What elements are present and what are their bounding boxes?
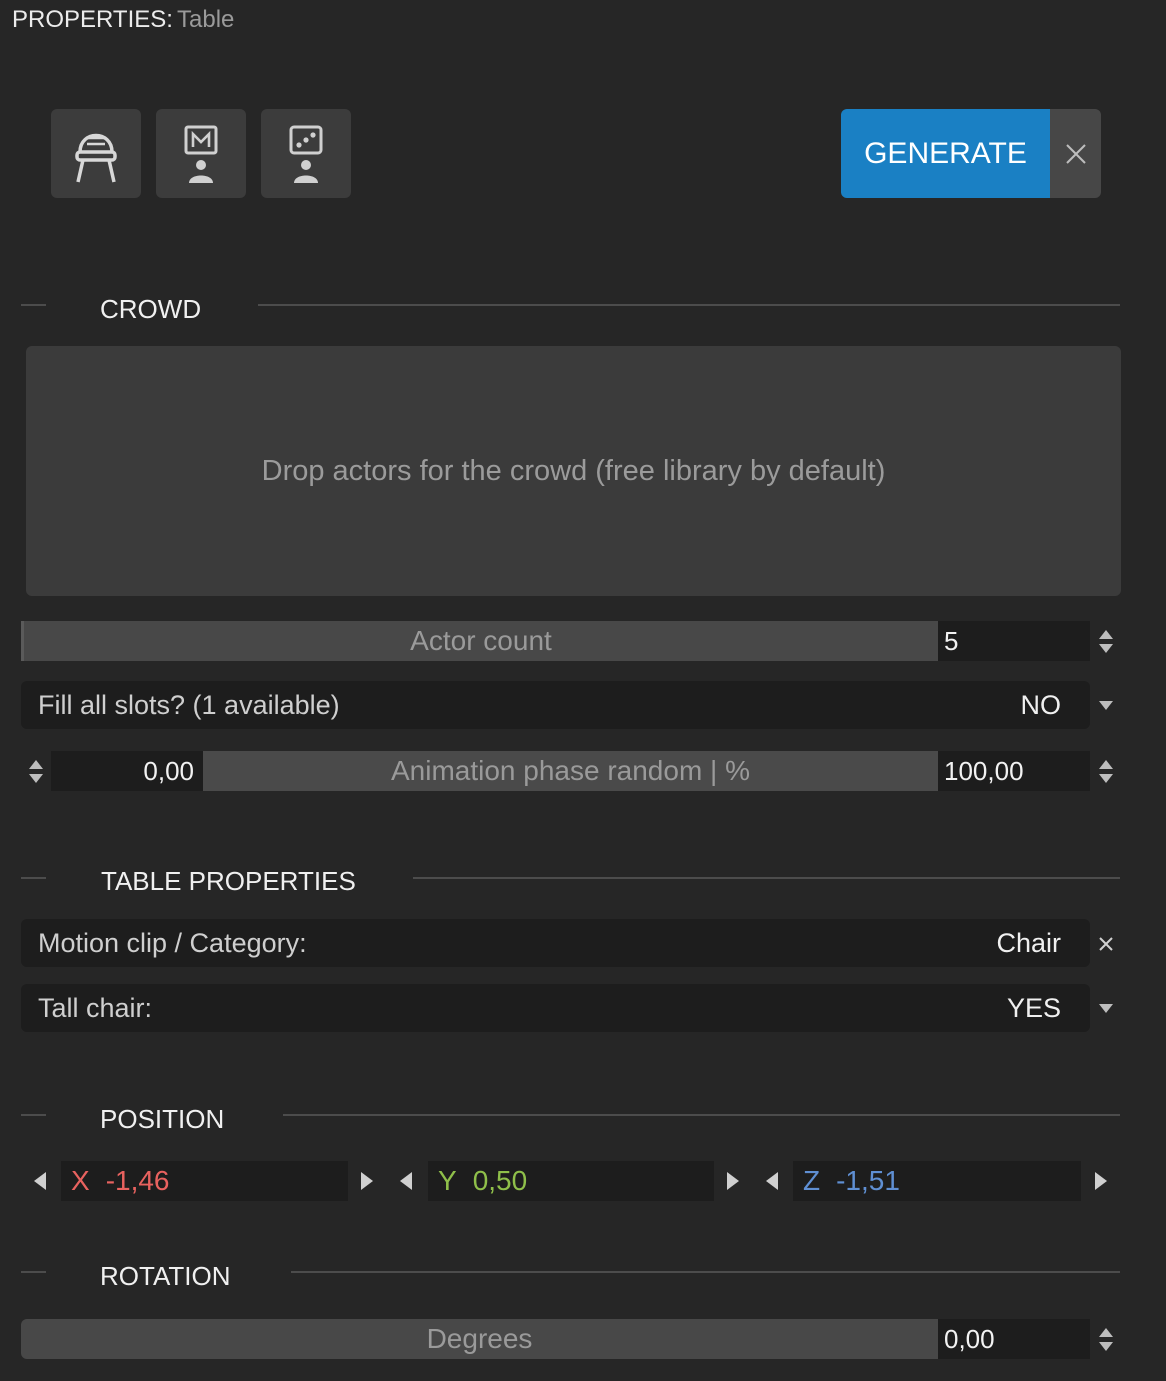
phase-min-stepper[interactable] (25, 751, 47, 791)
motion-clip-field[interactable]: Motion clip / Category: Chair (21, 919, 1090, 967)
increment-icon[interactable] (1099, 1327, 1113, 1337)
position-z-input[interactable]: Z -1,51 (793, 1161, 1081, 1201)
section-divider (283, 1114, 1120, 1116)
properties-object-name: Table (177, 6, 235, 33)
rotation-stepper[interactable] (1095, 1319, 1117, 1359)
motion-actor-icon (184, 125, 218, 183)
section-divider (21, 304, 46, 306)
decrement-icon[interactable] (29, 773, 43, 783)
section-divider (21, 1114, 46, 1116)
y-increment-arrow-icon[interactable] (727, 1172, 739, 1190)
position-z-value: -1,51 (836, 1165, 900, 1196)
z-axis-label: Z (803, 1165, 821, 1196)
section-divider (21, 1271, 46, 1273)
increment-icon[interactable] (29, 759, 43, 769)
phase-range-label: Animation phase random | % (390, 755, 751, 786)
table-properties-section-title: TABLE PROPERTIES (101, 866, 356, 896)
generate-cancel-button[interactable] (1050, 109, 1101, 198)
x-axis-label: X (71, 1165, 90, 1196)
motion-clip-label: Motion clip / Category: (38, 927, 307, 958)
close-icon (1099, 937, 1113, 951)
position-y-value: 0,50 (472, 1165, 528, 1196)
position-section-title: POSITION (100, 1104, 225, 1134)
position-y-input[interactable]: Y 0,50 (428, 1161, 714, 1201)
phase-max-input[interactable]: 100,00 (938, 751, 1090, 791)
phase-max-stepper[interactable] (1095, 751, 1117, 791)
x-increment-arrow-icon[interactable] (361, 1172, 373, 1190)
increment-icon[interactable] (1099, 629, 1113, 639)
phase-range-slider[interactable]: Animation phase random | % (203, 751, 938, 791)
actor-count-stepper[interactable] (1095, 621, 1117, 661)
rotation-section-title: ROTATION (100, 1261, 231, 1291)
fill-all-slots-dropdown[interactable]: Fill all slots? (1 available) NO (21, 681, 1090, 729)
rotation-degrees-slider[interactable]: Degrees (21, 1319, 938, 1359)
increment-icon[interactable] (1099, 759, 1113, 769)
actor-count-label: Actor count (410, 625, 552, 656)
rotation-degrees-input[interactable]: 0,00 (938, 1319, 1090, 1359)
clear-motion-clip-button[interactable] (1098, 936, 1114, 957)
crowd-section-title: CROWD (100, 294, 202, 324)
close-icon (1065, 143, 1086, 164)
z-increment-arrow-icon[interactable] (1095, 1172, 1107, 1190)
chevron-down-icon[interactable] (1099, 701, 1113, 710)
motion-clip-value: Chair (996, 927, 1061, 958)
random-actor-mode-button[interactable] (261, 109, 351, 198)
y-axis-label: Y (438, 1165, 457, 1196)
decrement-icon[interactable] (1099, 643, 1113, 653)
chair-icon (75, 133, 117, 182)
decrement-icon[interactable] (1099, 1341, 1113, 1351)
fill-all-slots-label: Fill all slots? (1 available) (38, 689, 340, 720)
chevron-down-icon[interactable] (1099, 1004, 1113, 1013)
section-divider (413, 877, 1120, 879)
section-divider (21, 877, 46, 879)
properties-label: PROPERTIES: (12, 6, 173, 33)
crowd-actor-dropzone[interactable]: Drop actors for the crowd (free library … (26, 346, 1121, 596)
chair-mode-button[interactable] (51, 109, 141, 198)
y-decrement-arrow-icon[interactable] (400, 1172, 412, 1190)
section-divider (291, 1271, 1120, 1273)
section-divider (258, 304, 1120, 306)
motion-actor-mode-button[interactable] (156, 109, 246, 198)
tall-chair-dropdown[interactable]: Tall chair: YES (21, 984, 1090, 1032)
decrement-icon[interactable] (1099, 773, 1113, 783)
z-decrement-arrow-icon[interactable] (766, 1172, 778, 1190)
fill-all-slots-value: NO (1020, 689, 1062, 720)
tall-chair-label: Tall chair: (38, 992, 153, 1023)
position-x-input[interactable]: X -1,46 (61, 1161, 348, 1201)
phase-min-input[interactable]: 0,00 (51, 751, 203, 791)
x-decrement-arrow-icon[interactable] (34, 1172, 46, 1190)
random-actor-icon (289, 125, 323, 183)
actor-count-slider[interactable]: Actor count (21, 621, 938, 661)
actor-count-input[interactable]: 5 (938, 621, 1090, 661)
tall-chair-value: YES (1006, 992, 1061, 1023)
generate-button[interactable]: GENERATE (841, 109, 1050, 198)
position-x-value: -1,46 (105, 1165, 170, 1196)
rotation-degrees-label: Degrees (426, 1323, 533, 1354)
